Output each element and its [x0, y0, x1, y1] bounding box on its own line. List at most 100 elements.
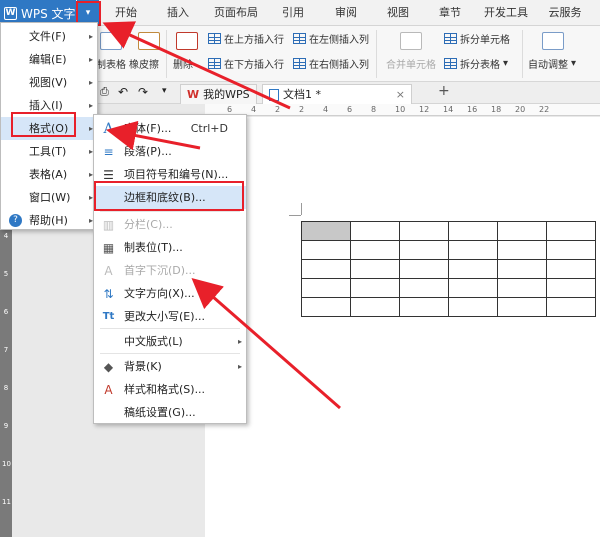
- table-cell[interactable]: [546, 240, 596, 260]
- table-cell[interactable]: [350, 297, 400, 317]
- table-cell[interactable]: [301, 297, 351, 317]
- undo-icon[interactable]: ↶: [118, 85, 128, 99]
- table-cell[interactable]: [497, 297, 547, 317]
- table-cell[interactable]: [497, 240, 547, 260]
- menu-separator: [100, 211, 240, 212]
- menu-item-insert[interactable]: 插入(I) ▸: [1, 94, 97, 117]
- table-row: [301, 221, 596, 241]
- table-cell[interactable]: [301, 221, 351, 241]
- menu-item-format[interactable]: 格式(O) ▸: [1, 117, 97, 140]
- format-submenu: A 字体(F)... Ctrl+D ≡ 段落(P)... ☰ 项目符号和编号(N)... 边框…: [93, 114, 247, 424]
- tab-page-layout[interactable]: 页面布局: [210, 0, 262, 26]
- table-cell[interactable]: [448, 259, 498, 279]
- auto-adjust-label: 自动调整: [528, 60, 568, 71]
- menu-item-table[interactable]: 表格(A) ▸: [1, 163, 97, 186]
- tab-cloud[interactable]: 云服务: [542, 0, 588, 26]
- document-page[interactable]: [205, 117, 600, 537]
- ruler-tick-label: 6: [347, 105, 353, 114]
- tab-developer[interactable]: 开发工具: [480, 0, 532, 26]
- table-cell[interactable]: [350, 259, 400, 279]
- table-cell[interactable]: [546, 259, 596, 279]
- menu-item-tools[interactable]: 工具(T) ▸: [1, 140, 97, 163]
- table-cell[interactable]: [546, 278, 596, 298]
- eraser-button[interactable]: 橡皮擦: [129, 56, 159, 71]
- format-item-manuscript[interactable]: 稿纸设置(G)...: [94, 401, 246, 424]
- format-item-styles[interactable]: A 样式和格式(S)...: [94, 378, 246, 401]
- ruler-tick-label: 6: [227, 105, 233, 114]
- table-cell[interactable]: [546, 297, 596, 317]
- table-cell[interactable]: [448, 297, 498, 317]
- menu-item-view[interactable]: 视图(V) ▸: [1, 71, 97, 94]
- menu-item-file[interactable]: 文件(F) ▸: [1, 25, 97, 48]
- chevron-right-icon: ▸: [237, 337, 242, 346]
- table-cell[interactable]: [399, 240, 449, 260]
- table-cell[interactable]: [448, 240, 498, 260]
- tab-references[interactable]: 引用: [275, 0, 311, 26]
- chevron-down-icon[interactable]: ▾: [162, 86, 167, 96]
- format-item-text-direction[interactable]: ⇅ 文字方向(X)...: [94, 282, 246, 305]
- save-icon[interactable]: ⎙: [100, 85, 109, 99]
- table-cell[interactable]: [399, 278, 449, 298]
- auto-adjust-button[interactable]: 自动调整 ▾: [528, 56, 576, 71]
- insert-row-above-label: 在上方插入行: [224, 35, 284, 46]
- new-tab-icon[interactable]: +: [438, 83, 450, 99]
- format-item-background[interactable]: ◆ 背景(K) ▸: [94, 355, 246, 378]
- table-cell[interactable]: [448, 221, 498, 241]
- insert-col-left-button[interactable]: 在左侧插入列: [293, 31, 369, 46]
- format-item-bullets[interactable]: ☰ 项目符号和编号(N)...: [94, 163, 246, 186]
- table-cell[interactable]: [399, 259, 449, 279]
- split-table-label: 拆分表格: [460, 60, 500, 71]
- split-cells-button[interactable]: 拆分单元格: [444, 31, 510, 46]
- table-cell[interactable]: [350, 278, 400, 298]
- table-cell[interactable]: [497, 278, 547, 298]
- tab-home[interactable]: 开始: [108, 0, 144, 26]
- tab-document[interactable]: 文档1 * ×: [262, 84, 412, 104]
- format-item-borders[interactable]: 边框和底纹(B)...: [94, 186, 246, 209]
- redo-icon[interactable]: ↷: [138, 85, 148, 99]
- insert-col-right-button[interactable]: 在右侧插入列: [293, 56, 369, 71]
- delete-button[interactable]: 删除: [173, 56, 193, 71]
- draw-table-button[interactable]: 制表格: [96, 56, 126, 71]
- table-cell[interactable]: [399, 221, 449, 241]
- document-table[interactable]: [301, 221, 596, 317]
- table-cell[interactable]: [448, 278, 498, 298]
- table-cell[interactable]: [301, 259, 351, 279]
- menu-item-window[interactable]: 窗口(W) ▸: [1, 186, 97, 209]
- insert-col-right-label: 在右侧插入列: [309, 60, 369, 71]
- table-cell[interactable]: [497, 259, 547, 279]
- table-cell[interactable]: [399, 297, 449, 317]
- table-cell[interactable]: [497, 221, 547, 241]
- ruler-tick-label: 8: [3, 384, 9, 392]
- ruler-tick-label: 14: [443, 105, 454, 114]
- chevron-right-icon: ▸: [237, 362, 242, 371]
- tab-insert[interactable]: 插入: [160, 0, 196, 26]
- merge-cells-button[interactable]: 合并单元格: [386, 56, 436, 71]
- format-item-change-case[interactable]: Tt 更改大小写(E)...: [94, 305, 246, 328]
- format-item-font[interactable]: A 字体(F)... Ctrl+D: [94, 117, 246, 140]
- split-table-button[interactable]: 拆分表格 ▾: [444, 56, 508, 71]
- table-cell[interactable]: [350, 221, 400, 241]
- insert-row-below-button[interactable]: 在下方插入行: [208, 56, 284, 71]
- table-cell[interactable]: [350, 240, 400, 260]
- table-cell[interactable]: [546, 221, 596, 241]
- format-item-tab-stops[interactable]: ▦ 制表位(T)...: [94, 236, 246, 259]
- format-item-label: 更改大小写(E)...: [124, 310, 206, 323]
- insert-row-above-button[interactable]: 在上方插入行: [208, 31, 284, 46]
- table-cell[interactable]: [301, 278, 351, 298]
- ruler-tick-label: 12: [419, 105, 430, 114]
- menu-item-label: 窗口(W): [29, 191, 71, 204]
- close-icon[interactable]: ×: [396, 86, 405, 104]
- format-item-paragraph[interactable]: ≡ 段落(P)...: [94, 140, 246, 163]
- format-item-columns: ▥ 分栏(C)...: [94, 213, 246, 236]
- insert-row-below-icon: [208, 58, 221, 69]
- draw-table-icon: [100, 32, 122, 50]
- tab-my-wps[interactable]: W 我的WPS: [180, 84, 257, 104]
- tab-chapter[interactable]: 章节: [432, 0, 468, 26]
- table-cell[interactable]: [301, 240, 351, 260]
- menu-item-help[interactable]: ? 帮助(H) ▸: [1, 209, 97, 232]
- tab-view[interactable]: 视图: [380, 0, 416, 26]
- tab-review[interactable]: 审阅: [328, 0, 364, 26]
- format-item-chinese-layout[interactable]: 中文版式(L) ▸: [94, 330, 246, 353]
- menu-item-edit[interactable]: 编辑(E) ▸: [1, 48, 97, 71]
- split-table-icon: [444, 58, 457, 69]
